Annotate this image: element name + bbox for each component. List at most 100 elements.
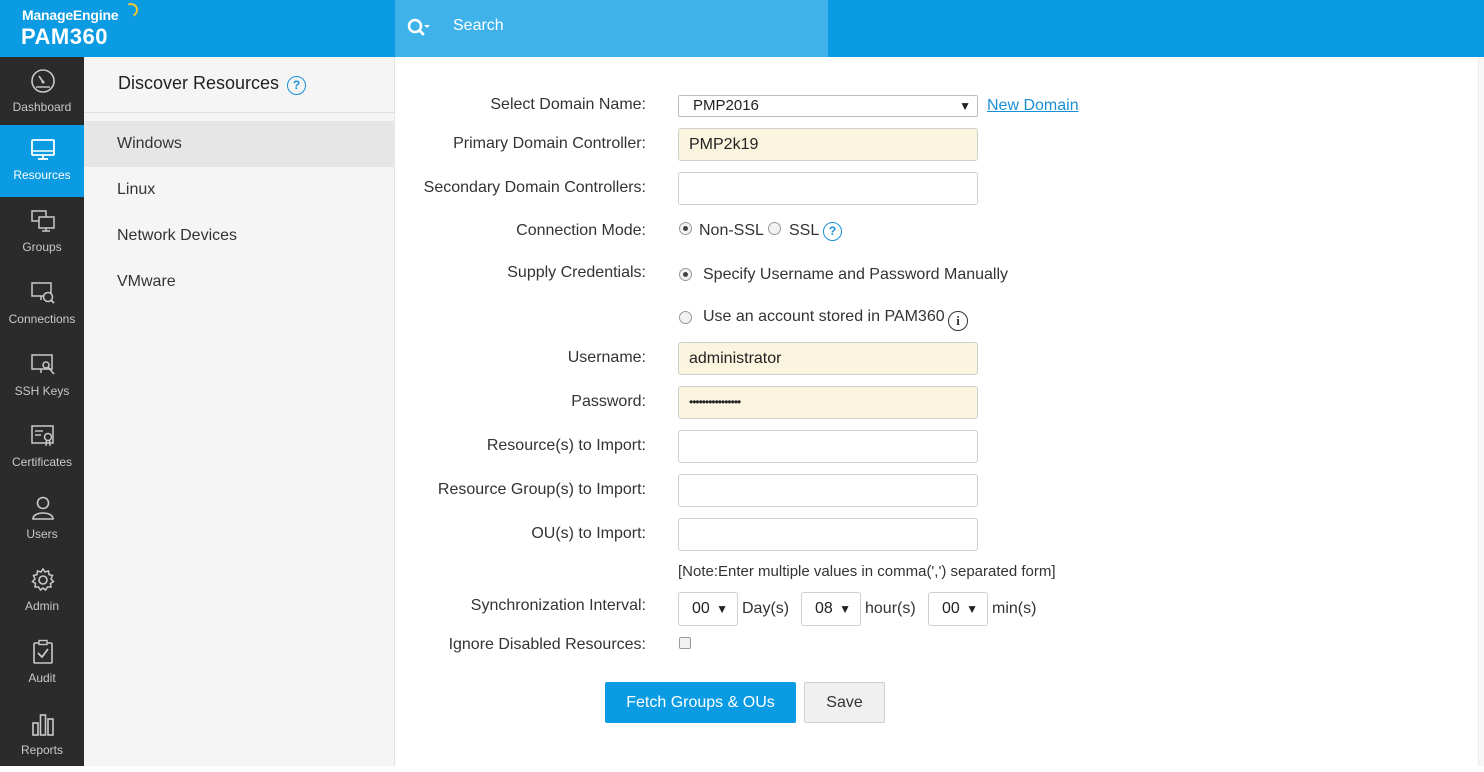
subnav-item-network-devices[interactable]: Network Devices: [84, 213, 395, 259]
nav-item-audit[interactable]: Audit: [0, 628, 84, 700]
nav-label: Dashboard: [12, 100, 72, 114]
new-domain-link[interactable]: New Domain: [987, 97, 1079, 115]
user-icon: [32, 496, 54, 520]
nav-label: Audit: [28, 671, 56, 685]
subnav-label: Windows: [117, 135, 182, 152]
sync-mins-value: 00: [942, 600, 960, 617]
primary-dc-input[interactable]: PMP2k19: [678, 128, 978, 161]
subpanel-header: Discover Resources ?: [84, 57, 395, 113]
password-label: Password:: [571, 393, 646, 410]
nav-label: Admin: [24, 599, 59, 613]
subnav-label: Network Devices: [117, 227, 238, 244]
chevron-down-icon: ▼: [966, 602, 978, 616]
stored-account-label: Use an account stored in PAM360: [703, 308, 945, 325]
chevron-down-icon: ▼: [716, 602, 728, 616]
subnav-item-windows[interactable]: Windows: [84, 121, 395, 167]
days-unit-label: Day(s): [742, 600, 790, 617]
resource-groups-input[interactable]: [678, 474, 978, 507]
subnav-item-vmware[interactable]: VMware: [84, 259, 395, 305]
certificate-icon: [31, 425, 54, 447]
nav-item-dashboard[interactable]: Dashboard: [0, 57, 84, 129]
ssl-help-icon[interactable]: ?: [823, 222, 842, 241]
connection-mode-label: Connection Mode:: [516, 222, 646, 239]
nav-item-ssh-keys[interactable]: SSH Keys: [0, 341, 84, 413]
nav-item-admin[interactable]: Admin: [0, 556, 84, 628]
product-name: PAM360: [21, 24, 108, 49]
nav-label: Certificates: [11, 455, 73, 469]
secondary-dc-label: Secondary Domain Controllers:: [423, 179, 646, 196]
sync-mins-select[interactable]: 00 ▼: [928, 592, 988, 626]
top-bar: ManageEngine PAM360 Search: [0, 0, 1484, 57]
brand-name: ManageEngine: [22, 7, 119, 23]
brand-arc-icon: [122, 1, 140, 19]
save-button[interactable]: Save: [804, 682, 885, 723]
nav-label: Reports: [20, 743, 64, 757]
secondary-dc-input[interactable]: [678, 172, 978, 205]
nav-item-certificates[interactable]: Certificates: [0, 412, 84, 484]
fetch-groups-button[interactable]: Fetch Groups & OUs: [605, 682, 796, 723]
non-ssl-radio[interactable]: [679, 222, 692, 235]
subnav-item-linux[interactable]: Linux: [84, 167, 395, 213]
resources-label: Resource(s) to Import:: [486, 437, 646, 454]
clipboard-check-icon: [33, 639, 53, 664]
username-label: Username:: [567, 349, 646, 366]
nav-label: SSH Keys: [14, 384, 70, 398]
nav-label: Connections: [8, 312, 76, 326]
help-icon[interactable]: ?: [287, 76, 306, 95]
stored-account-radio[interactable]: [679, 311, 692, 324]
remote-connection-icon: [31, 282, 55, 304]
grouped-monitors-icon: [31, 210, 55, 232]
manual-credentials-radio[interactable]: [679, 268, 692, 281]
nav-item-resources[interactable]: Resources: [0, 125, 84, 197]
discover-resources-panel: Discover Resources ? Windows Linux Netwo…: [84, 57, 395, 766]
sync-days-select[interactable]: 00 ▼: [678, 592, 738, 626]
sync-hours-value: 08: [815, 600, 833, 617]
supply-credentials-label: Supply Credentials:: [507, 264, 646, 281]
chevron-down-icon: ▼: [839, 602, 851, 616]
ous-input[interactable]: [678, 518, 978, 551]
domain-select-value: PMP2016: [693, 97, 759, 114]
nav-item-reports[interactable]: Reports: [0, 700, 84, 772]
scrollbar[interactable]: [1478, 57, 1484, 766]
app-logo[interactable]: ManageEngine PAM360: [0, 0, 395, 57]
resource-groups-label: Resource Group(s) to Import:: [437, 481, 646, 498]
mins-unit-label: min(s): [992, 600, 1037, 617]
non-ssl-label: Non-SSL: [699, 222, 764, 239]
nav-label: Groups: [22, 240, 62, 254]
password-input[interactable]: ••••••••••••••••: [678, 386, 978, 419]
nav-label: Users: [26, 527, 58, 541]
nav-label: Resources: [13, 168, 71, 182]
ssl-radio[interactable]: [768, 222, 781, 235]
manual-credentials-label: Specify Username and Password Manually: [703, 266, 1009, 283]
primary-dc-label: Primary Domain Controller:: [453, 135, 646, 152]
domain-label: Select Domain Name:: [490, 96, 646, 113]
sync-days-value: 00: [692, 600, 710, 617]
ous-label: OU(s) to Import:: [531, 525, 646, 542]
ignore-disabled-label: Ignore Disabled Resources:: [448, 636, 646, 653]
left-nav: Dashboard Resources Groups Connections S…: [0, 57, 84, 766]
sync-hours-select[interactable]: 08 ▼: [801, 592, 861, 626]
sync-interval-label: Synchronization Interval:: [470, 597, 646, 614]
hours-unit-label: hour(s): [865, 600, 916, 617]
domain-select[interactable]: PMP2016 ▼: [678, 95, 978, 117]
search-bar[interactable]: Search: [395, 0, 828, 57]
subnav-label: VMware: [117, 273, 176, 290]
nav-item-connections[interactable]: Connections: [0, 269, 84, 341]
monitor-icon: [31, 139, 55, 160]
search-icon[interactable]: [406, 16, 430, 40]
nav-item-users[interactable]: Users: [0, 484, 84, 556]
dashboard-gauge-icon: [31, 69, 55, 93]
bar-chart-icon: [32, 714, 54, 736]
subnav-label: Linux: [117, 181, 156, 198]
comma-note: [Note:Enter multiple values in comma(','…: [678, 563, 1056, 580]
gear-icon: [31, 567, 55, 592]
nav-item-groups[interactable]: Groups: [0, 197, 84, 269]
search-placeholder: Search: [453, 17, 504, 34]
chevron-down-icon: ▼: [959, 99, 971, 113]
info-icon[interactable]: i: [948, 311, 968, 331]
username-input[interactable]: administrator: [678, 342, 978, 375]
ssh-key-icon: [31, 354, 55, 375]
ssl-label: SSL: [789, 222, 820, 239]
resources-input[interactable]: [678, 430, 978, 463]
ignore-disabled-checkbox[interactable]: [679, 637, 691, 649]
